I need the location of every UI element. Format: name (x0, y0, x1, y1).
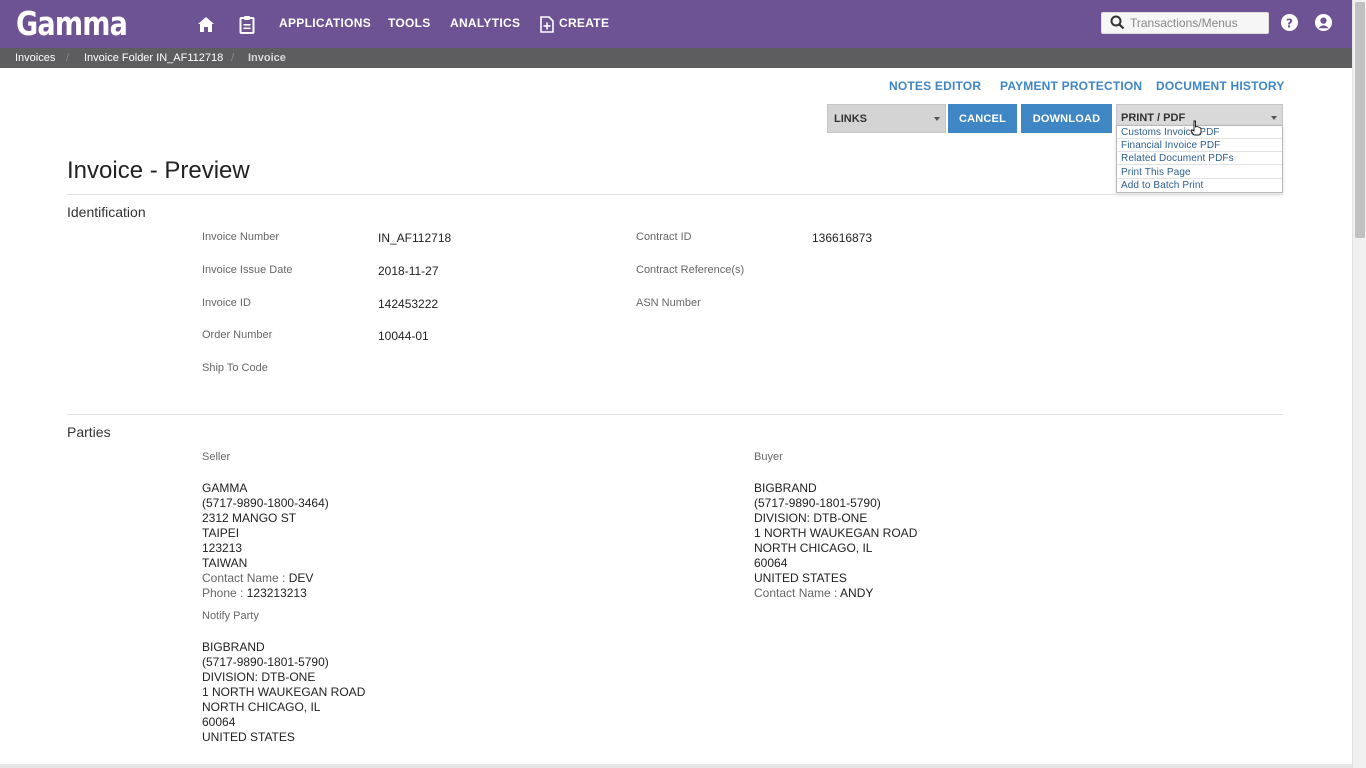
address-line: NORTH CHICAGO, IL (202, 700, 321, 714)
field-value-order-number: 10044-01 (378, 329, 429, 343)
address-line: 123213 (202, 541, 243, 555)
payment-protection-link[interactable]: PAYMENT PROTECTION (1000, 79, 1142, 93)
field-value-invoice-id: 142453222 (378, 297, 439, 311)
breadcrumb-invoices[interactable]: Invoices (15, 52, 55, 64)
field-label-invoice-issue-date: Invoice Issue Date (202, 264, 293, 276)
chevron-down-icon (934, 117, 940, 121)
breadcrumb-separator: / (66, 52, 70, 64)
breadcrumb-current: Invoice (248, 52, 286, 64)
buyer-label: Buyer (754, 451, 783, 463)
clipboard-icon[interactable] (235, 12, 259, 36)
address-line: 60064 (754, 556, 788, 570)
nav-tools[interactable]: TOOLS (388, 16, 431, 30)
notify-party-address: BIGBRAND (5717-9890-1801-5790) DIVISION:… (202, 640, 365, 745)
page-title: Invoice - Preview (67, 157, 250, 184)
brand-logo[interactable]: Gamma (16, 4, 128, 43)
nav-analytics[interactable]: ANALYTICS (450, 16, 520, 30)
field-label-contract-references: Contract Reference(s) (636, 264, 745, 276)
svg-text:?: ? (1286, 16, 1293, 30)
search-box (1101, 12, 1269, 34)
address-line: TAIWAN (202, 556, 248, 570)
print-pdf-dropdown-label: PRINT / PDF (1121, 112, 1186, 124)
user-icon[interactable] (1314, 13, 1334, 33)
seller-contact: Contact Name : DEV (202, 571, 329, 586)
document-history-link[interactable]: DOCUMENT HISTORY (1156, 79, 1285, 93)
links-dropdown[interactable]: LINKS (827, 104, 946, 133)
field-label-asn-number: ASN Number (636, 297, 701, 309)
contact-name-value: ANDY (840, 586, 874, 600)
address-line: UNITED STATES (202, 730, 295, 744)
scrollbar-thumb[interactable] (1355, 2, 1365, 238)
vertical-scrollbar[interactable] (1352, 0, 1366, 768)
search-icon[interactable] (1110, 15, 1125, 35)
field-label-invoice-number: Invoice Number (202, 231, 280, 243)
menu-item-financial-invoice-pdf[interactable]: Financial Invoice PDF (1117, 139, 1282, 152)
breadcrumb-separator: / (231, 52, 235, 64)
section-title-parties: Parties (67, 424, 111, 440)
nav-create[interactable]: CREATE (559, 16, 609, 30)
menu-item-add-to-batch-print[interactable]: Add to Batch Print (1117, 179, 1282, 192)
help-icon[interactable]: ? (1280, 13, 1300, 33)
buyer-address: BIGBRAND (5717-9890-1801-5790) DIVISION:… (754, 481, 917, 601)
menu-item-related-document-pdfs[interactable]: Related Document PDFs (1117, 152, 1282, 165)
address-line: UNITED STATES (754, 571, 847, 585)
divider (67, 414, 1283, 415)
section-title-identification: Identification (67, 204, 146, 220)
field-label-order-number: Order Number (202, 329, 273, 341)
address-line: 2312 MANGO ST (202, 511, 297, 525)
divider (67, 194, 1283, 195)
contact-name-value: DEV (288, 571, 314, 585)
field-label-ship-to-code: Ship To Code (202, 362, 268, 374)
address-line: DIVISION: DTB-ONE (202, 670, 316, 684)
address-line: BIGBRAND (754, 481, 817, 495)
address-line: DIVISION: DTB-ONE (754, 511, 868, 525)
address-line: 1 NORTH WAUKEGAN ROAD (202, 685, 366, 699)
phone-label: Phone : (202, 586, 244, 600)
top-navigation-bar: Gamma APPLICATIONS TOOLS ANALYTICS CREAT… (0, 0, 1366, 48)
breadcrumb-invoice-folder[interactable]: Invoice Folder IN_AF112718 (84, 52, 223, 64)
address-line: (5717-9890-1801-5790) (754, 496, 881, 510)
field-value-invoice-number: IN_AF112718 (378, 231, 452, 245)
horizontal-scrollbar[interactable] (0, 764, 1352, 768)
contact-name-label: Contact Name : (754, 586, 838, 600)
address-line: TAIPEI (202, 526, 240, 540)
download-button[interactable]: DOWNLOAD (1021, 104, 1112, 133)
menu-item-print-this-page[interactable]: Print This Page (1117, 166, 1282, 179)
field-label-contract-id: Contract ID (636, 231, 692, 243)
seller-phone: Phone : 123213213 (202, 586, 329, 601)
address-line: 60064 (202, 715, 236, 729)
address-line: GAMMA (202, 481, 248, 495)
address-line: (5717-9890-1800-3464) (202, 496, 329, 510)
field-label-invoice-id: Invoice ID (202, 297, 251, 309)
hand-cursor-icon (1190, 120, 1202, 136)
buyer-contact: Contact Name : ANDY (754, 586, 917, 601)
address-line: 1 NORTH WAUKEGAN ROAD (754, 526, 918, 540)
address-line: (5717-9890-1801-5790) (202, 655, 329, 669)
address-line: BIGBRAND (202, 640, 265, 654)
breadcrumb: Invoices / Invoice Folder IN_AF112718 / … (0, 48, 1352, 68)
create-doc-icon[interactable] (535, 12, 559, 36)
home-icon[interactable] (194, 12, 218, 36)
notes-editor-link[interactable]: NOTES EDITOR (889, 79, 981, 93)
seller-address: GAMMA (5717-9890-1800-3464) 2312 MANGO S… (202, 481, 329, 601)
field-value-invoice-issue-date: 2018-11-27 (378, 264, 439, 278)
notify-party-label: Notify Party (202, 610, 259, 622)
phone-value: 123213213 (246, 586, 307, 600)
nav-applications[interactable]: APPLICATIONS (279, 16, 371, 30)
contact-name-label: Contact Name : (202, 571, 286, 585)
address-line: NORTH CHICAGO, IL (754, 541, 873, 555)
chevron-down-icon (1271, 116, 1277, 120)
field-value-contract-id: 136616873 (812, 231, 873, 245)
app-window: Gamma APPLICATIONS TOOLS ANALYTICS CREAT… (0, 0, 1366, 768)
seller-label: Seller (202, 451, 231, 463)
search-input[interactable] (1130, 14, 1266, 32)
cancel-button[interactable]: CANCEL (948, 104, 1017, 133)
links-dropdown-label: LINKS (834, 113, 867, 125)
